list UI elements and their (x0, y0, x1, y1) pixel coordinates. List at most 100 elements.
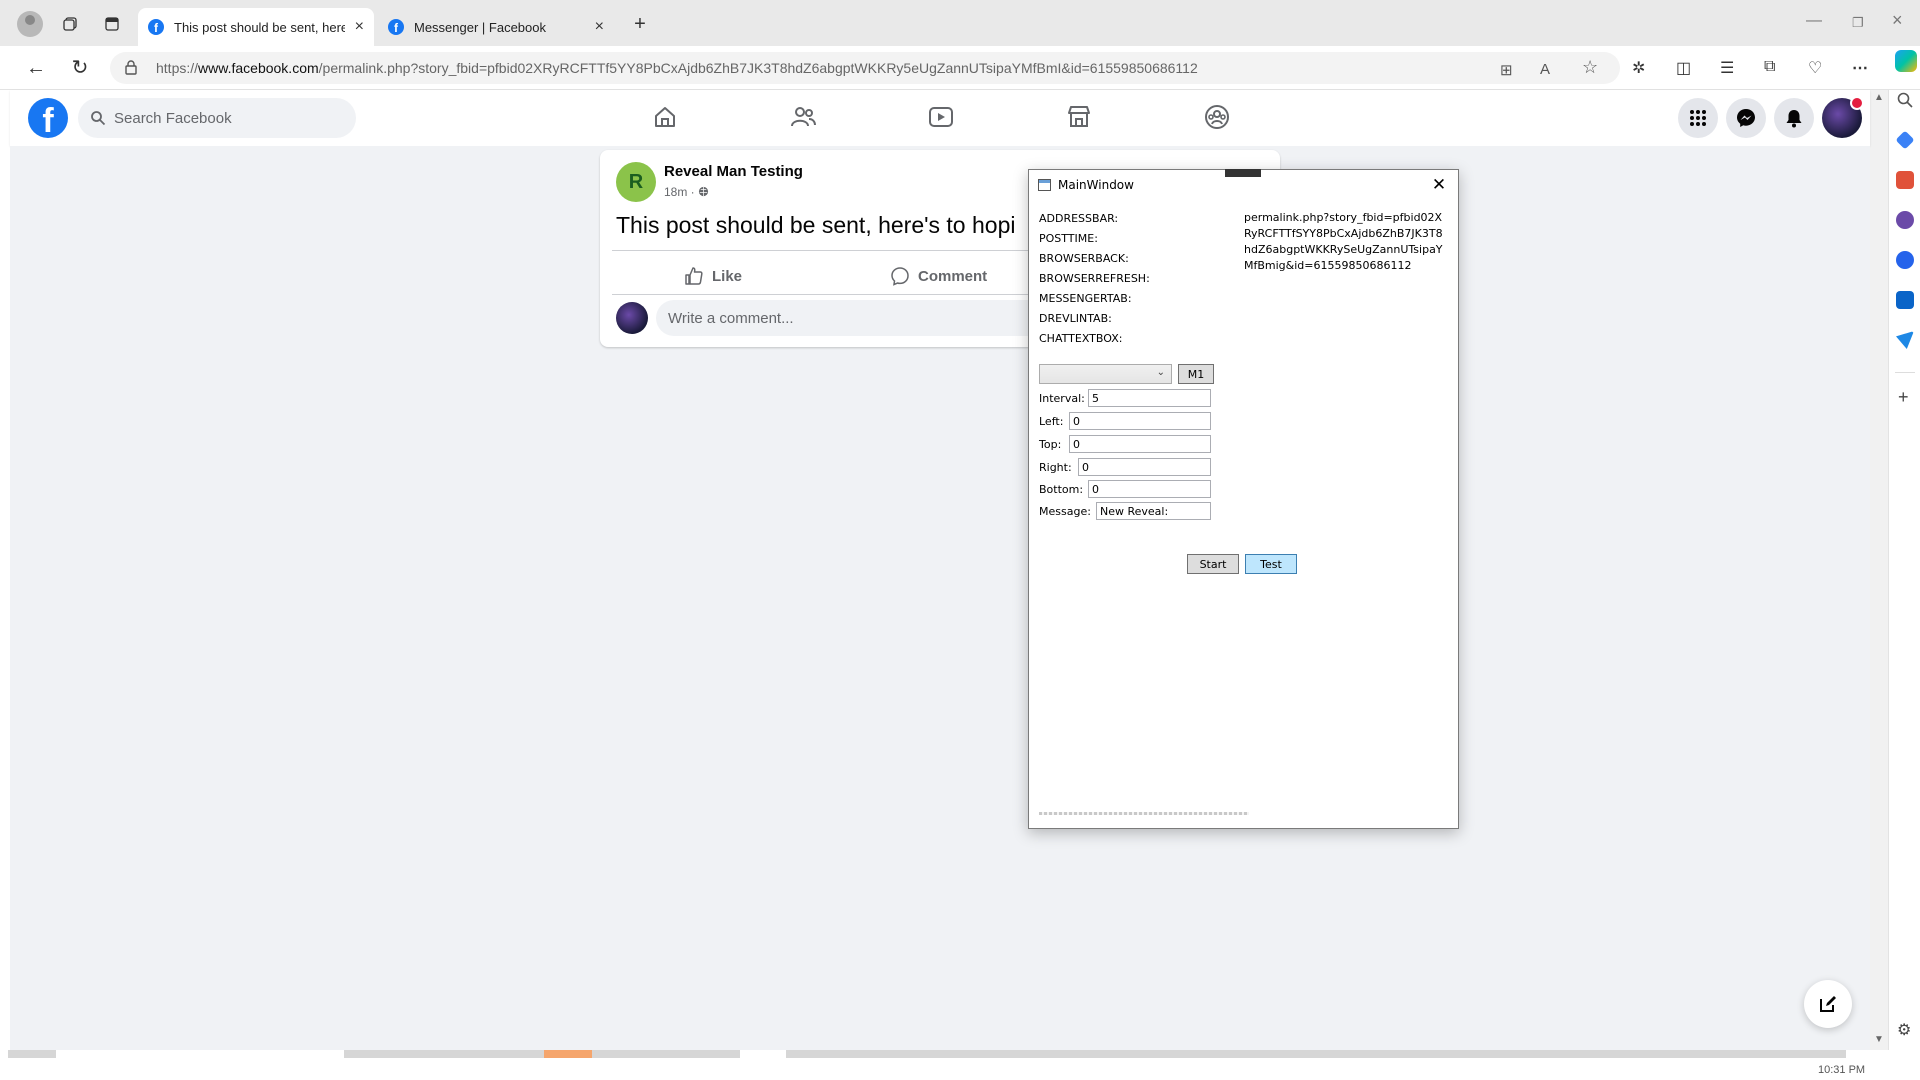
edge-sidebar: + ⚙ (1888, 90, 1920, 1080)
favorite-star-icon[interactable]: ☆ (1582, 57, 1598, 78)
like-label: Like (712, 267, 743, 285)
back-arrow-icon[interactable]: ← (24, 56, 48, 80)
post-author[interactable]: Reveal Man Testing (664, 163, 803, 180)
taskbar-segment (8, 1050, 56, 1058)
top-input[interactable] (1069, 435, 1211, 453)
bottom-input[interactable] (1088, 480, 1211, 498)
commenter-avatar[interactable] (616, 302, 648, 334)
outlook-icon[interactable] (1896, 291, 1914, 309)
window-title: MainWindow (1058, 178, 1134, 192)
send-icon[interactable] (1896, 331, 1914, 349)
facebook-search[interactable] (78, 98, 356, 138)
tab-messenger[interactable]: f Messenger | Facebook × (378, 8, 614, 46)
left-label: Left: (1039, 415, 1064, 428)
profile-icon[interactable] (17, 11, 43, 37)
compose-icon (1820, 996, 1836, 1012)
status-footer (1039, 812, 1249, 815)
add-sidebar-icon[interactable]: + (1898, 387, 1909, 408)
window-close-icon[interactable]: × (1892, 10, 1903, 31)
video-icon[interactable] (926, 102, 956, 132)
tools-briefcase-icon[interactable] (1896, 171, 1914, 189)
search-icon[interactable] (1896, 91, 1914, 109)
message-input[interactable] (1096, 502, 1211, 520)
label-browserback: BROWSERBACK: (1039, 252, 1129, 265)
groups-icon[interactable] (1202, 102, 1232, 132)
tab-title: Messenger | Facebook (414, 19, 546, 35)
favorites-icon[interactable]: ☰ (1720, 58, 1734, 78)
right-label: Right: (1039, 461, 1072, 474)
friends-icon[interactable] (788, 102, 818, 132)
vertical-tabs-icon[interactable] (100, 12, 124, 36)
minimize-icon[interactable]: — (1806, 12, 1822, 30)
lock-icon (125, 60, 137, 75)
messenger-icon[interactable] (1726, 98, 1766, 138)
tab-close-icon[interactable]: × (355, 18, 364, 36)
tab-post[interactable]: f This post should be sent, here's t × (138, 8, 374, 46)
scroll-down-icon[interactable]: ▼ (1874, 1034, 1884, 1045)
comment-button[interactable]: Comment (890, 260, 987, 292)
taskbar-segment (344, 1050, 544, 1058)
taskbar-segment (592, 1050, 740, 1058)
scroll-up-icon[interactable]: ▲ (1874, 92, 1884, 103)
collections-icon[interactable]: ⧉ (1764, 58, 1775, 76)
author-avatar[interactable]: R (616, 162, 656, 202)
facebook-logo-icon[interactable]: f (28, 98, 68, 138)
comment-bubble-icon (891, 267, 909, 286)
page-scrollbar[interactable]: ▲ ▼ (1870, 90, 1888, 1050)
browser-tab-bar: f This post should be sent, here's t × f… (0, 0, 1920, 46)
post-time: 18m · (664, 185, 695, 199)
extensions-icon[interactable]: ✲ (1632, 58, 1645, 78)
globe-icon (698, 186, 709, 197)
new-message-button[interactable] (1804, 980, 1852, 1028)
label-chattextbox: CHATTEXTBOX: (1039, 332, 1123, 345)
taskbar-clock: 10:31 PM (1818, 1064, 1866, 1076)
left-input[interactable] (1069, 412, 1211, 430)
window-app-icon (1038, 179, 1051, 191)
interval-input[interactable] (1088, 389, 1211, 407)
url-field[interactable]: https://www.facebook.com/permalink.php?s… (110, 52, 1620, 84)
restore-icon[interactable]: ❐ (1852, 15, 1864, 31)
facebook-favicon-icon: f (148, 19, 164, 35)
facebook-header: f (10, 90, 1870, 146)
read-aloud-icon[interactable]: A (1540, 61, 1550, 78)
workspaces-icon[interactable] (58, 12, 82, 36)
test-button[interactable]: Test (1245, 554, 1297, 574)
menu-grid-icon[interactable] (1678, 98, 1718, 138)
addressbar-value: permalink.php?story_fbid=pfbid02XRyRCFTT… (1244, 211, 1443, 272)
like-button[interactable]: Like (684, 260, 742, 292)
chevron-down-icon: ⌄ (1156, 367, 1165, 378)
facebook-favicon-icon: f (388, 19, 404, 35)
label-browserrefresh: BROWSERREFRESH: (1039, 272, 1150, 285)
start-button[interactable]: Start (1187, 554, 1239, 574)
more-options-icon[interactable]: ⋯ (1852, 58, 1868, 78)
post-meta[interactable]: 18m · (664, 185, 709, 199)
m1-button[interactable]: M1 (1178, 364, 1214, 384)
copilot-icon[interactable] (1895, 50, 1917, 72)
tab-close-icon[interactable]: × (595, 18, 604, 36)
shopping-tag-icon[interactable] (1895, 130, 1915, 150)
app-available-icon[interactable]: ⊞ (1500, 61, 1513, 79)
new-tab-icon[interactable]: + (628, 12, 652, 36)
notifications-bell-icon[interactable] (1774, 98, 1814, 138)
window-close-icon[interactable]: ✕ (1429, 175, 1449, 195)
label-drevlintab: DREVLINTAB: (1039, 312, 1112, 325)
refresh-icon[interactable]: ↻ (68, 56, 92, 80)
address-bar: ← ↻ https://www.facebook.com/permalink.p… (0, 46, 1920, 90)
mode-combobox[interactable]: ⌄ (1039, 364, 1172, 384)
microsoft-365-icon[interactable] (1896, 251, 1914, 269)
games-icon[interactable] (1896, 211, 1914, 229)
search-input[interactable] (114, 98, 344, 138)
window-titlebar[interactable]: MainWindow ✕ (1029, 170, 1458, 200)
top-label: Top: (1039, 438, 1062, 451)
bottom-label: Bottom: (1039, 483, 1084, 496)
home-icon[interactable] (650, 102, 680, 132)
right-input[interactable] (1078, 458, 1211, 476)
marketplace-icon[interactable] (1064, 102, 1094, 132)
label-messengertab: MESSENGERTAB: (1039, 292, 1132, 305)
message-label: Message: (1039, 505, 1091, 518)
comment-label: Comment (918, 267, 988, 285)
account-avatar[interactable] (1822, 96, 1864, 138)
browser-essentials-icon[interactable]: ♡ (1808, 58, 1822, 78)
settings-gear-icon[interactable]: ⚙ (1897, 1020, 1911, 1040)
split-screen-icon[interactable]: ◫ (1676, 58, 1691, 78)
